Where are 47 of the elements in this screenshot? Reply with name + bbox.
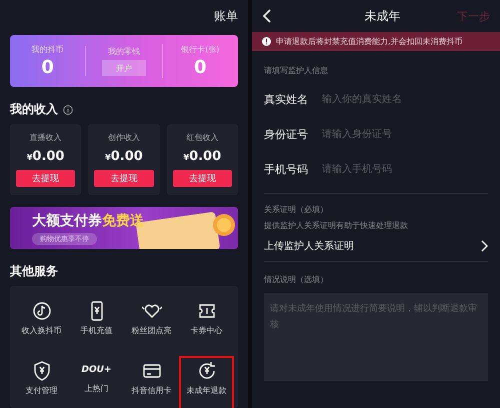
section-title: 其他服务 <box>10 263 58 280</box>
withdraw-button[interactable]: 去提现 <box>172 170 232 188</box>
service-label[interactable]: 抖音信用卡 <box>132 385 172 396</box>
warning-text: 申请退款后将封禁充值消费能力,并会扣回未消费抖币 <box>276 36 463 47</box>
info-icon[interactable] <box>63 104 73 115</box>
wallet-label: 我的零钱 <box>108 46 140 58</box>
income-label: 直播收入 <box>30 132 62 144</box>
income-amount: ¥0.00 <box>183 149 222 164</box>
withdraw-button[interactable]: 去提现 <box>16 170 76 188</box>
shield-icon <box>32 361 52 381</box>
field-label: 真实姓名 <box>264 92 308 107</box>
service-label[interactable]: 支付管理 <box>26 385 58 396</box>
service-label[interactable]: 未成年退款 <box>186 385 226 396</box>
field-label: 身份证号 <box>264 127 308 142</box>
section-title: 我的收入 <box>10 101 58 118</box>
income-label: 创作收入 <box>108 132 140 144</box>
wallet-value: 0 <box>194 58 207 78</box>
alert-icon <box>262 37 271 46</box>
input-field[interactable]: 请输入身份证号 <box>320 128 488 141</box>
income-amount: ¥0.00 <box>105 149 143 164</box>
income-amount: ¥0.00 <box>26 149 64 164</box>
chevron-icon <box>481 240 488 252</box>
banner-headline: 大额支付券免费送 <box>32 212 145 230</box>
back-icon[interactable] <box>262 9 272 23</box>
service-label[interactable]: 上热门 <box>84 383 108 394</box>
wallet-label: 我的抖币 <box>32 44 64 56</box>
service-label[interactable]: 粉丝团点亮 <box>132 325 172 336</box>
dou-plus-logo: DOU+ <box>82 364 112 377</box>
service-label[interactable]: 手机充值 <box>80 325 112 336</box>
refund-icon <box>196 361 216 381</box>
section-hint: 关系证明（必填） <box>264 204 329 215</box>
input-field[interactable]: 请输入手机号码 <box>320 163 488 176</box>
field-label: 手机号码 <box>264 162 308 177</box>
bill-link[interactable]: 账单 <box>214 8 238 25</box>
section-hint: 请填写监护人信息 <box>264 65 329 76</box>
wallet-label: 银行卡(张) <box>181 44 220 56</box>
music-note-icon <box>32 301 52 321</box>
withdraw-button[interactable]: 去提现 <box>94 170 154 188</box>
proof-hint: 提供监护人关系证明有助于快速处理退款 <box>264 220 409 231</box>
upload-row[interactable]: 上传监护人关系证明 <box>264 231 488 261</box>
section-hint: 情况说明（选填） <box>264 274 329 285</box>
input-field[interactable]: 输入你的真实姓名 <box>320 93 488 106</box>
service-label[interactable]: 收入换抖币 <box>22 325 62 336</box>
service-label[interactable]: 卡券中心 <box>190 325 222 336</box>
wallet-value: 0 <box>41 58 54 78</box>
page-title: 未成年 <box>364 8 402 24</box>
income-label: 红包收入 <box>186 132 218 144</box>
